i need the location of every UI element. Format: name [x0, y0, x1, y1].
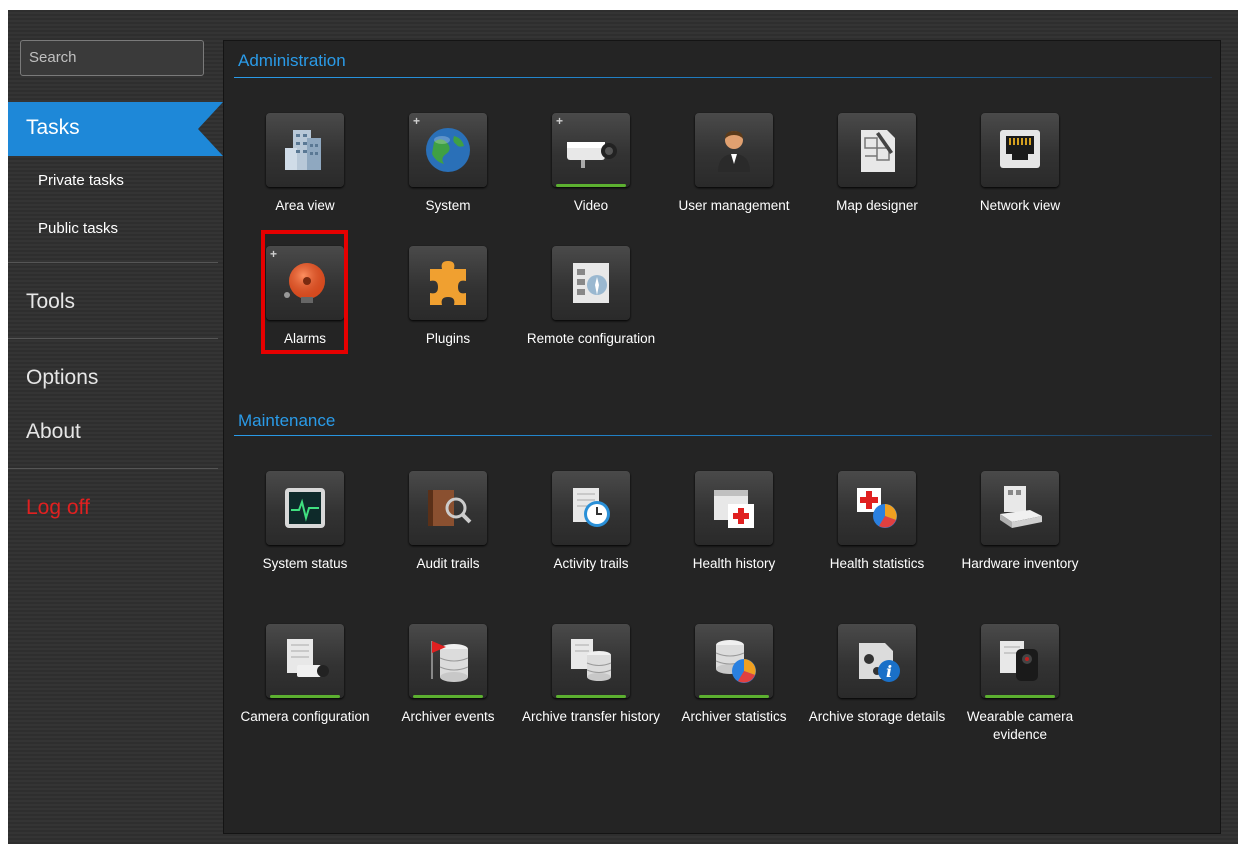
camera-icon: + — [552, 113, 630, 187]
tile-label: Archiver events — [401, 709, 495, 724]
clock-document-icon — [552, 471, 630, 545]
bodycam-icon — [981, 624, 1059, 698]
nav-private-tasks[interactable]: Private tasks — [38, 172, 124, 189]
remote-config-icon — [552, 246, 630, 320]
tile-system-status[interactable]: System status — [235, 471, 375, 573]
section-divider — [234, 435, 1212, 436]
tile-label: Health history — [692, 556, 776, 571]
tile-archiver-events[interactable]: Archiver events — [378, 624, 518, 726]
nav-tasks-label: Tasks — [26, 116, 80, 139]
tile-label: User management — [678, 198, 790, 213]
app-window: Search Tasks Private tasks Public tasks … — [8, 10, 1238, 844]
tile-network-view[interactable]: Network view — [950, 113, 1090, 215]
search-input[interactable]: Search — [20, 40, 204, 76]
tile-plugins[interactable]: Plugins — [378, 246, 518, 348]
alarms-highlight-box — [261, 230, 348, 354]
nav-tools[interactable]: Tools — [26, 290, 241, 314]
expand-plus-icon: + — [556, 114, 564, 128]
nav-divider — [8, 338, 218, 339]
calendar-health-icon — [695, 471, 773, 545]
tile-label: System — [425, 198, 471, 213]
tile-archiver-statistics[interactable]: Archiver statistics — [664, 624, 804, 726]
tile-label: Area view — [275, 198, 335, 213]
tile-wearable-camera-evidence[interactable]: Wearable camera evidence — [950, 624, 1090, 744]
section-maintenance-title: Maintenance — [238, 411, 336, 430]
user-icon — [695, 113, 773, 187]
tasks-panel: Administration Area view + System + Vide… — [223, 40, 1221, 834]
tile-label: Archive storage details — [808, 709, 946, 724]
hardware-icon — [981, 471, 1059, 545]
tile-user-management[interactable]: User management — [664, 113, 804, 215]
tile-health-history[interactable]: Health history — [664, 471, 804, 573]
tile-label: Wearable camera evidence — [966, 709, 1074, 742]
camera-document-icon — [266, 624, 344, 698]
tile-area-view[interactable]: Area view — [235, 113, 375, 215]
tile-archive-transfer-history[interactable]: Archive transfer history — [521, 624, 661, 726]
nav-tasks[interactable]: Tasks — [8, 102, 223, 156]
nav-tasks-pointer — [198, 102, 223, 156]
tile-label: Archive transfer history — [521, 709, 661, 724]
tile-camera-configuration[interactable]: Camera configuration — [235, 624, 375, 726]
tile-label: Camera configuration — [240, 709, 370, 724]
globe-icon: + — [409, 113, 487, 187]
tile-system[interactable]: + System — [378, 113, 518, 215]
tile-label: Map designer — [836, 198, 918, 213]
tile-label: Video — [573, 198, 609, 213]
tile-audit-trails[interactable]: Audit trails — [378, 471, 518, 573]
tile-remote-configuration[interactable]: Remote configuration — [521, 246, 661, 348]
tile-label: Audit trails — [416, 556, 480, 571]
tile-label: Archiver statistics — [681, 709, 787, 724]
database-document-icon — [552, 624, 630, 698]
network-port-icon — [981, 113, 1059, 187]
storage-info-icon: i — [838, 624, 916, 698]
section-divider — [234, 77, 1212, 78]
tile-label: System status — [262, 556, 348, 571]
nav-log-off[interactable]: Log off — [26, 496, 241, 520]
expand-plus-icon: + — [413, 114, 421, 128]
tile-video[interactable]: + Video — [521, 113, 661, 215]
tile-label: Remote configuration — [526, 331, 656, 346]
nav-about[interactable]: About — [26, 420, 241, 444]
health-pie-icon — [838, 471, 916, 545]
monitor-pulse-icon — [266, 471, 344, 545]
tile-label: Network view — [979, 198, 1061, 213]
database-flag-icon — [409, 624, 487, 698]
tile-health-statistics[interactable]: Health statistics — [807, 471, 947, 573]
nav-public-tasks[interactable]: Public tasks — [38, 220, 118, 237]
tile-map-designer[interactable]: Map designer — [807, 113, 947, 215]
nav-divider — [8, 262, 218, 263]
puzzle-icon — [409, 246, 487, 320]
nav-divider — [8, 468, 218, 469]
tile-activity-trails[interactable]: Activity trails — [521, 471, 661, 573]
map-icon — [838, 113, 916, 187]
tile-label: Activity trails — [553, 556, 629, 571]
tile-archive-storage-details[interactable]: i Archive storage details — [807, 624, 947, 726]
tile-label: Health statistics — [829, 556, 925, 571]
audit-book-icon — [409, 471, 487, 545]
database-pie-icon — [695, 624, 773, 698]
nav-options[interactable]: Options — [26, 366, 241, 390]
tile-label: Hardware inventory — [961, 556, 1079, 571]
svg-text:i: i — [886, 662, 892, 681]
section-administration-title: Administration — [238, 51, 346, 70]
tile-hardware-inventory[interactable]: Hardware inventory — [950, 471, 1090, 573]
buildings-icon — [266, 113, 344, 187]
tile-label: Plugins — [425, 331, 471, 346]
